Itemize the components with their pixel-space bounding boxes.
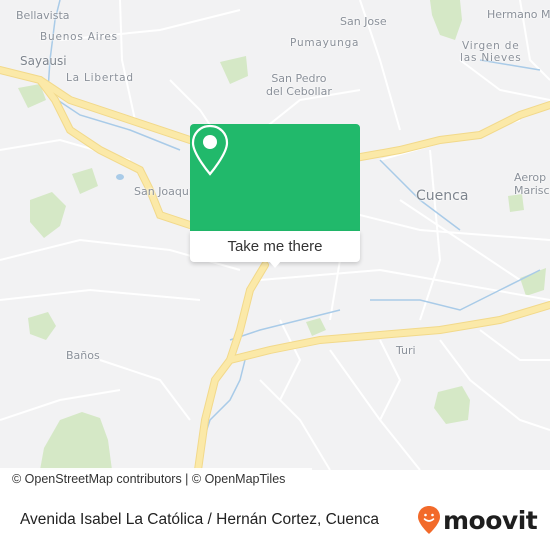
place-label-hermano-miguel: Hermano M	[487, 8, 550, 21]
park	[28, 312, 56, 340]
place-label-sayausi: Sayausi	[20, 54, 67, 68]
place-label-banos: Baños	[66, 349, 100, 362]
place-label-cuenca: Cuenca	[416, 188, 469, 204]
moovit-wordmark: moovit	[443, 505, 538, 535]
place-label-san-pedro: San Pedro del Cebollar	[266, 72, 332, 98]
stop-address: Avenida Isabel La Católica / Hernán Cort…	[20, 511, 380, 528]
place-label-turi: Turi	[396, 344, 416, 357]
park	[220, 56, 248, 84]
place-label-virgen-de-las-nieves: Virgen de las Nieves	[460, 40, 522, 65]
map-pin-icon	[191, 124, 229, 176]
park	[40, 412, 112, 470]
popup-pointer	[268, 260, 282, 268]
place-label-buenos-aires: Buenos Aires	[40, 31, 118, 43]
park	[520, 268, 546, 296]
popup-header[interactable]	[190, 124, 360, 231]
place-label-aeropuerto: Aerop Marisca	[514, 171, 550, 197]
place-label-bellavista: Bellavista	[16, 9, 70, 22]
place-label-san-joaquin: San Joaquí	[134, 185, 192, 198]
moovit-pin-icon	[418, 506, 440, 534]
park	[30, 192, 66, 238]
place-label-la-libertad: La Libertad	[66, 72, 134, 84]
park	[430, 0, 462, 40]
park	[434, 386, 470, 424]
take-me-there-button[interactable]: Take me there	[190, 231, 360, 262]
park	[306, 318, 326, 336]
map-attribution[interactable]: © OpenStreetMap contributors | © OpenMap…	[0, 468, 312, 490]
lake	[116, 174, 124, 180]
place-label-san-jose: San Jose	[340, 15, 387, 28]
moovit-logo[interactable]: moovit	[417, 505, 538, 535]
map[interactable]: Bellavista Buenos Aires Sayausi La Liber…	[0, 0, 550, 470]
place-label-pumayunga: Pumayunga	[290, 37, 360, 49]
park	[72, 168, 98, 194]
location-popup: Take me there	[190, 124, 360, 268]
